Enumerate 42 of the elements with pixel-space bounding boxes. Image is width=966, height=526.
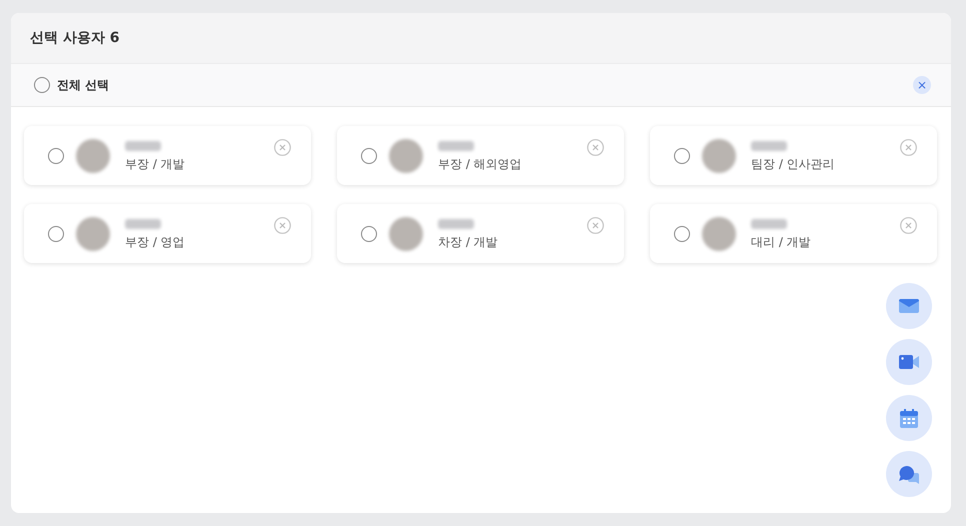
- mail-button[interactable]: [886, 283, 932, 329]
- blurred-name: [751, 218, 787, 228]
- clear-button[interactable]: ×: [913, 76, 931, 94]
- avatar-placeholder: [389, 138, 423, 172]
- avatar-placeholder: [702, 216, 736, 250]
- blurred-name: [438, 140, 474, 150]
- radio-button[interactable]: [48, 226, 64, 242]
- select-all-label: 전체 선택: [57, 76, 110, 94]
- envelope-icon: [899, 298, 919, 314]
- calendar-icon: [900, 408, 918, 428]
- blurred-name: [125, 218, 161, 228]
- radio-button[interactable]: [674, 148, 690, 164]
- panel-title: 선택 사용자 6: [30, 29, 120, 47]
- user-role: 부장 / 개발: [125, 156, 186, 172]
- radio-button[interactable]: [361, 226, 377, 242]
- user-role: 부장 / 영업: [125, 234, 186, 250]
- remove-icon[interactable]: [587, 217, 604, 234]
- blurred-name: [438, 218, 474, 228]
- user-role: 차장 / 개발: [438, 234, 499, 250]
- blurred-name: [751, 140, 787, 150]
- blurred-name: [125, 140, 161, 150]
- user-role: 부장 / 해외영업: [438, 156, 523, 172]
- remove-icon[interactable]: [900, 139, 917, 156]
- radio-button[interactable]: [674, 226, 690, 242]
- chat-bubbles-icon: [899, 464, 919, 484]
- avatar-placeholder: [76, 138, 110, 172]
- remove-icon[interactable]: [274, 217, 291, 234]
- remove-icon[interactable]: [587, 139, 604, 156]
- avatar-placeholder: [76, 216, 110, 250]
- remove-icon[interactable]: [274, 139, 291, 156]
- video-call-button[interactable]: [886, 339, 932, 385]
- select-all-radio[interactable]: [34, 77, 50, 93]
- calendar-button[interactable]: [886, 395, 932, 441]
- avatar-placeholder: [702, 138, 736, 172]
- video-camera-icon: [899, 354, 919, 370]
- remove-icon[interactable]: [900, 217, 917, 234]
- user-role: 팀장 / 인사관리: [751, 156, 836, 172]
- avatar-placeholder: [389, 216, 423, 250]
- radio-button[interactable]: [48, 148, 64, 164]
- radio-button[interactable]: [361, 148, 377, 164]
- user-role: 대리 / 개발: [751, 234, 812, 250]
- chat-button[interactable]: [886, 451, 932, 497]
